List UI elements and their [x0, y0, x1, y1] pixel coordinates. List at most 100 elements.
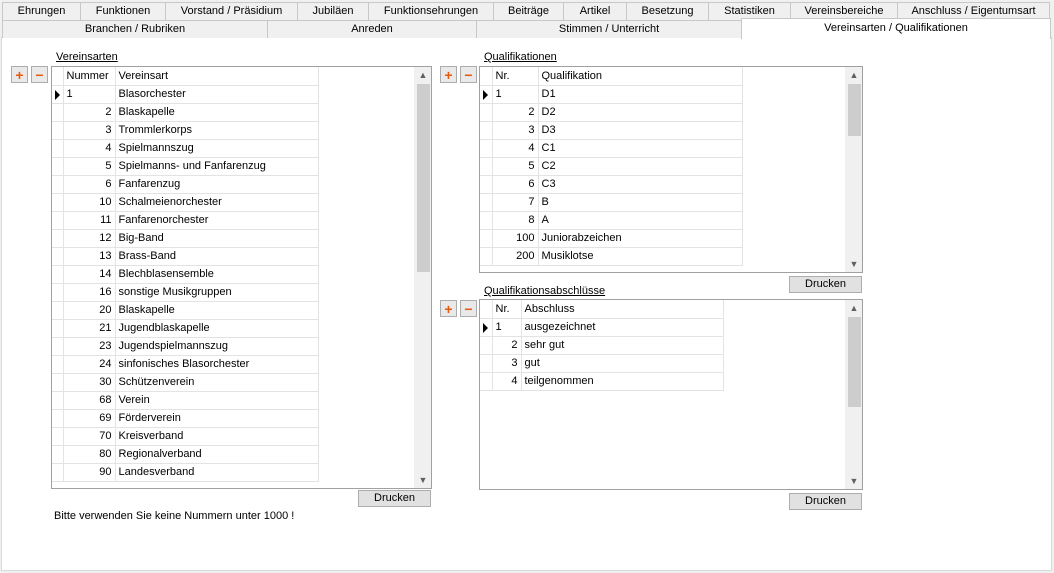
vereinsarten-add-button[interactable]: +	[11, 66, 28, 83]
cell-name[interactable]: sinfonisches Blasorchester	[115, 355, 319, 374]
cell-number[interactable]: 100	[492, 229, 539, 248]
cell-number[interactable]: 24	[63, 355, 116, 374]
cell-name[interactable]: ausgezeichnet	[521, 318, 724, 337]
row-indicator[interactable]	[480, 336, 493, 355]
table-row[interactable]: 1 ausgezeichnet	[480, 318, 724, 337]
row-indicator[interactable]	[52, 229, 64, 248]
table-row[interactable]: 3 D3	[480, 121, 743, 140]
row-indicator[interactable]	[480, 193, 493, 212]
cell-name[interactable]: Verein	[115, 391, 319, 410]
cell-number[interactable]: 6	[63, 175, 116, 194]
cell-name[interactable]: Blaskapelle	[115, 301, 319, 320]
table-row[interactable]: 2 sehr gut	[480, 336, 724, 355]
cell-number[interactable]: 68	[63, 391, 116, 410]
cell-name[interactable]: Regionalverband	[115, 445, 319, 464]
table-row[interactable]: 21 Jugendblaskapelle	[52, 319, 319, 338]
tab-ehrungen[interactable]: Ehrungen	[2, 2, 80, 20]
row-indicator[interactable]	[52, 427, 64, 446]
cell-name[interactable]: Blasorchester	[115, 85, 319, 104]
row-indicator[interactable]	[480, 175, 493, 194]
qualifikationen-remove-button[interactable]: −	[460, 66, 477, 83]
cell-number[interactable]: 4	[492, 372, 522, 391]
cell-number[interactable]: 1	[63, 85, 116, 104]
cell-number[interactable]: 1	[492, 318, 522, 337]
cell-name[interactable]: Kreisverband	[115, 427, 319, 446]
cell-name[interactable]: Spielmannszug	[115, 139, 319, 158]
cell-name[interactable]: Schützenverein	[115, 373, 319, 392]
cell-name[interactable]: teilgenommen	[521, 372, 724, 391]
tab-branchen[interactable]: Branchen / Rubriken	[2, 20, 267, 38]
table-row[interactable]: 6 C3	[480, 175, 743, 194]
table-row[interactable]: 6 Fanfarenzug	[52, 175, 319, 194]
row-indicator[interactable]	[52, 283, 64, 302]
cell-number[interactable]: 69	[63, 409, 116, 428]
table-row[interactable]: 5 C2	[480, 157, 743, 176]
cell-number[interactable]: 200	[492, 247, 539, 266]
abschluesse-print-button[interactable]: Drucken	[789, 493, 862, 510]
row-indicator[interactable]	[52, 355, 64, 374]
row-indicator[interactable]	[52, 391, 64, 410]
cell-name[interactable]: B	[538, 193, 743, 212]
cell-name[interactable]: D3	[538, 121, 743, 140]
row-indicator[interactable]	[52, 373, 64, 392]
table-row[interactable]: 3 Trommlerkorps	[52, 121, 319, 140]
cell-number[interactable]: 2	[63, 103, 116, 122]
table-row[interactable]: 30 Schützenverein	[52, 373, 319, 392]
table-row[interactable]: 4 teilgenommen	[480, 372, 724, 391]
cell-name[interactable]: sehr gut	[521, 336, 724, 355]
col-header-abschluss[interactable]: Abschluss	[521, 300, 724, 319]
cell-number[interactable]: 11	[63, 211, 116, 230]
cell-name[interactable]: Spielmanns- und Fanfarenzug	[115, 157, 319, 176]
table-row[interactable]: 23 Jugendspielmannszug	[52, 337, 319, 356]
abschluesse-remove-button[interactable]: −	[460, 300, 477, 317]
abschluesse-add-button[interactable]: +	[440, 300, 457, 317]
cell-number[interactable]: 16	[63, 283, 116, 302]
row-indicator[interactable]	[52, 139, 64, 158]
scroll-down-icon[interactable]: ▼	[846, 473, 862, 489]
row-indicator[interactable]	[480, 247, 493, 266]
vereinsarten-remove-button[interactable]: −	[31, 66, 48, 83]
cell-name[interactable]: Trommlerkorps	[115, 121, 319, 140]
row-indicator[interactable]	[480, 85, 493, 104]
col-header-vereinsart[interactable]: Vereinsart	[115, 67, 319, 86]
table-row[interactable]: 1 Blasorchester	[52, 85, 319, 104]
table-row[interactable]: 68 Verein	[52, 391, 319, 410]
table-row[interactable]: 13 Brass-Band	[52, 247, 319, 266]
cell-name[interactable]: D1	[538, 85, 743, 104]
cell-name[interactable]: Fanfarenorchester	[115, 211, 319, 230]
row-indicator[interactable]	[480, 103, 493, 122]
scroll-thumb[interactable]	[848, 84, 861, 136]
cell-name[interactable]: Jugendspielmannszug	[115, 337, 319, 356]
table-row[interactable]: 14 Blechblasensemble	[52, 265, 319, 284]
table-row[interactable]: 3 gut	[480, 354, 724, 373]
table-row[interactable]: 4 Spielmannszug	[52, 139, 319, 158]
cell-name[interactable]: C3	[538, 175, 743, 194]
cell-number[interactable]: 7	[492, 193, 539, 212]
row-indicator[interactable]	[52, 85, 64, 104]
scroll-thumb[interactable]	[417, 84, 430, 272]
cell-name[interactable]: Fanfarenzug	[115, 175, 319, 194]
cell-number[interactable]: 6	[492, 175, 539, 194]
table-row[interactable]: 90 Landesverband	[52, 463, 319, 482]
cell-name[interactable]: Schalmeienorchester	[115, 193, 319, 212]
row-indicator[interactable]	[52, 121, 64, 140]
cell-number[interactable]: 30	[63, 373, 116, 392]
row-indicator[interactable]	[52, 211, 64, 230]
scroll-down-icon[interactable]: ▼	[415, 472, 431, 488]
table-row[interactable]: 16 sonstige Musikgruppen	[52, 283, 319, 302]
scroll-up-icon[interactable]: ▲	[415, 67, 431, 83]
table-row[interactable]: 1 D1	[480, 85, 743, 104]
col-header-nr[interactable]: Nr.	[492, 67, 539, 86]
row-indicator[interactable]	[52, 157, 64, 176]
table-row[interactable]: 8A	[480, 211, 743, 230]
cell-name[interactable]: sonstige Musikgruppen	[115, 283, 319, 302]
table-row[interactable]: 80 Regionalverband	[52, 445, 319, 464]
cell-number[interactable]: 13	[63, 247, 116, 266]
table-row[interactable]: 2 D2	[480, 103, 743, 122]
abschluesse-grid[interactable]: Nr. Abschluss 1 ausgezeichnet 2 sehr gut 3 gu…	[479, 299, 863, 490]
cell-number[interactable]: 5	[63, 157, 116, 176]
cell-number[interactable]: 80	[63, 445, 116, 464]
cell-number[interactable]: 2	[492, 103, 539, 122]
cell-name[interactable]: Juniorabzeichen	[538, 229, 743, 248]
row-indicator[interactable]	[480, 354, 493, 373]
